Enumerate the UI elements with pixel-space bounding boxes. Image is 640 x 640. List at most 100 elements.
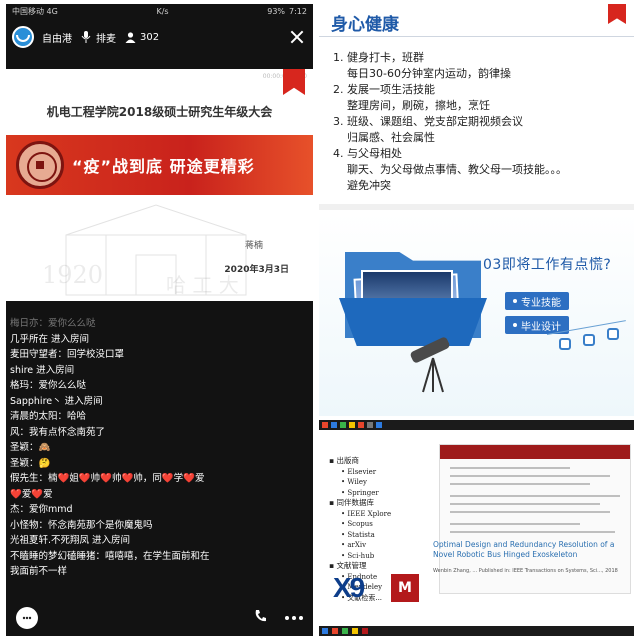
health-item-head: 4. 与父母相处 [333,147,402,160]
chat-message: ❤️爱❤️爱 [10,488,53,500]
mic-icon [80,31,92,43]
mendeley-logo: M [391,574,419,602]
text-line [450,531,615,533]
resource-item: Elsevier [329,467,391,478]
slide-area: 出版商 Elsevier Wiley Springer 同伴数据库 IEEE X… [319,430,634,626]
live-stream-panel: 中国移动 4G K/s 93% 7:12 自由港 排麦 302 机电工程学院20… [6,4,313,636]
slogan-banner: “疫”战到底 研途更精彩 [6,135,313,195]
close-icon[interactable] [287,27,307,47]
phone-icon[interactable] [253,608,269,628]
resource-item: arXiv [329,540,391,551]
phone-status-bar: 中国移动 4G K/s 93% 7:12 [6,4,313,18]
career-heading: 03即将工作有点慌? [483,257,612,273]
chat-feed[interactable]: 梅日亦：爱你么么哒 几乎所在 进入房间 麦田守望者：回学校没口罩 shire 进… [10,316,310,580]
chat-message: 假先生：楠❤️姐❤️帅❤️帅❤️帅，同❤️学❤️爱 [10,473,205,484]
health-item-head: 1. 健身打卡，班群 [333,51,424,64]
resource-item: IEEE Xplore [329,509,391,520]
app-icon[interactable] [340,422,346,428]
health-item-sub: 整理房间，刷碗，擦地，烹饪 [347,99,490,112]
room-bottom-bar [6,600,313,636]
health-item-head: 2. 发展一项生活技能 [333,83,435,96]
more-icon[interactable] [285,616,303,620]
chat-message: 格玛：爱你么么哒 [10,380,87,391]
bullet-icon [513,323,517,327]
gondola-icon [583,334,595,346]
mic-queue-label: 排麦 [96,33,116,45]
tag-skills: 专业技能 [505,292,569,310]
health-item-sub: 避免冲突 [347,179,391,192]
room-top-bar: 自由港 排麦 302 [6,18,313,56]
slide-title: 机电工程学院2018级硕士研究生年级大会 [46,105,273,119]
bookmark-ribbon [608,4,626,24]
health-item-sub: 归属感、社会属性 [347,131,435,144]
health-item: 避免冲突 [333,178,628,194]
health-list: 1. 健身打卡，班群 每日30-60分钟室内运动，韵律操 2. 发展一项生活技能… [333,50,628,194]
app-icon[interactable] [342,628,348,634]
host-name[interactable]: 自由港 [42,30,72,45]
health-item: 3. 班级、课题组、党支部定期视频会议 归属感、社会属性 [333,114,628,146]
folder-photo-illustration [339,236,487,346]
text-line [450,483,590,485]
app-icon[interactable] [376,422,382,428]
text-line [450,511,610,513]
mic-queue-button[interactable]: 排麦 [80,30,116,45]
chat-message: 梅日亦：爱你么么哒 [10,318,96,329]
slogan-text: “疫”战到底 研途更精彩 [72,157,255,176]
paper-title[interactable]: Optimal Design and Redundancy Resolution… [433,540,629,560]
resource-item: Scopus [329,519,391,530]
chat-message: 麦田守望者：回学校没口罩 [10,349,125,360]
person-icon [124,31,136,43]
slide-date: 2020年3月3日 [224,265,289,275]
university-seal-icon [16,141,64,189]
x9-logo: X9 [333,572,365,603]
browser-tab-strip [319,420,634,430]
health-item-head: 3. 班级、课题组、党支部定期视频会议 [333,115,523,128]
chat-message: 圣颖：🤔 [10,457,51,469]
text-line [450,495,620,497]
app-icon[interactable] [352,628,358,634]
category-label: 同伴数据库 [329,498,391,509]
chat-message: 不瞌睡的梦幻磕睡猪：嘻嘻嘻，在学生面前和在 [10,550,210,562]
text-line [450,467,570,469]
carrier-text: 中国移动 4G [12,6,58,16]
battery-text: 93% [267,6,286,16]
app-icon[interactable] [322,422,328,428]
app-icon[interactable] [332,628,338,634]
health-item-sub: 聊天、为父母做点事情、教父母一项技能。。。 [347,163,567,176]
chat-message: 风：我有点怀念南苑了 [10,426,106,438]
viewer-count[interactable]: 302 [124,31,159,43]
gondola-icon [607,328,619,340]
health-slide: 身心健康 1. 健身打卡，班群 每日30-60分钟室内运动，韵律操 2. 发展一… [319,4,634,210]
tag-thesis-label: 毕业设计 [521,321,561,333]
app-icon[interactable] [367,422,373,428]
text-line [450,523,580,525]
chat-message: 我面前不一样 [10,566,68,577]
category-label: 出版商 [329,456,391,467]
desktop-screenshot: 出版商 Elsevier Wiley Springer 同伴数据库 IEEE X… [319,420,634,636]
gondola-icon [559,338,571,350]
paper-meta: Wenbin Zhang, ... Published in: IEEE Tra… [433,568,618,574]
text-line [450,503,600,505]
collage-root: 中国移动 4G K/s 93% 7:12 自由港 排麦 302 机电工程学院20… [0,0,640,640]
chat-message: 小怪物：怀念南苑那个是你魔鬼吗 [10,519,153,531]
windows-taskbar [319,626,634,636]
app-icon[interactable] [362,628,368,634]
slide-footer [319,204,634,210]
database-header [440,445,630,459]
resource-item: Statista [329,530,391,541]
host-avatar[interactable] [12,26,34,48]
health-item: 2. 发展一项生活技能 整理房间，刷碗，擦地，烹饪 [333,82,628,114]
app-icon[interactable] [331,422,337,428]
chat-message: shire 进入房间 [10,364,75,376]
background-year: 1920 [42,261,104,289]
category-label: 文献管理 [329,561,391,572]
app-icon[interactable] [358,422,364,428]
presentation-slide: 00:00:00/2020 机电工程学院2018级硕士研究生年级大会 “疫”战到… [6,69,313,301]
resource-item: Springer [329,488,391,499]
app-icon[interactable] [349,422,355,428]
chat-message: 圣颖：🙈 [10,442,51,453]
start-icon[interactable] [322,628,328,634]
chat-icon[interactable] [16,607,38,629]
health-item: 1. 健身打卡，班群 每日30-60分钟室内运动，韵律操 [333,50,628,82]
health-slide-title: 身心健康 [331,15,399,35]
